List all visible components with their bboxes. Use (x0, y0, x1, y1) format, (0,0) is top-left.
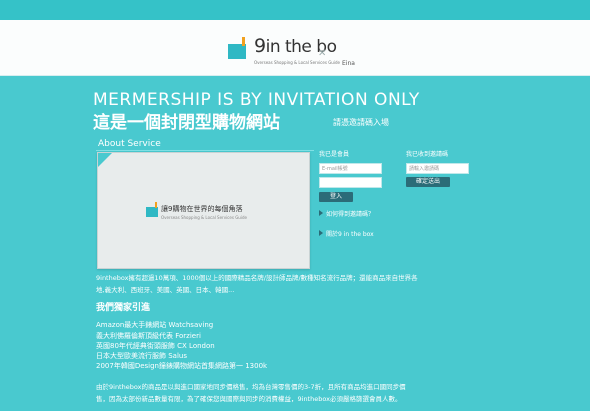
site-header: 9in the bo Overseas Shopping & Local Ser… (0, 20, 590, 76)
intro-line-1: 9inthebox擁有超過10萬項、1000個以上的國際精品名牌/設計師品牌/數… (96, 274, 418, 282)
how-to-get-invite-link[interactable]: 如何得到邀請碼？ (319, 209, 374, 218)
site-logo[interactable]: 9in the bo Overseas Shopping & Local Ser… (228, 35, 378, 71)
footer-line-2: 售，因為太部份新品數量有限，為了確保您與國際與同步的消費權益，9inthebox… (96, 395, 402, 403)
headline-chinese: 這是一個封閉型購物網站 (93, 113, 280, 133)
footer-line-1: 由於9inthebox的商品是以與進口國家地同步價格售，均為台灣零售價的3-7折… (96, 383, 406, 391)
list-item: 義大利佛羅倫斯頂級代表 Forzieri (96, 332, 201, 340)
arrow-icon (319, 230, 323, 236)
divider (96, 150, 314, 151)
about-site-text: 關於9 in the box (326, 231, 374, 238)
list-item: 英國80年代經典街頭服飾 CX London (96, 342, 215, 350)
video-subtitle: Overseas Shopping & Local Services Guide (161, 215, 247, 220)
video-logo-box-icon (146, 207, 158, 217)
submit-invite-button[interactable]: 確定送出 (406, 177, 450, 187)
invite-code-label: 我已收到邀請碼 (406, 151, 449, 158)
intro-line-2: 地,義大利、西班牙、美國、英國、日本、韓國... (96, 286, 235, 294)
promo-video[interactable]: 讓9購物在世界的每個角落 Overseas Shopping & Local S… (97, 152, 310, 269)
video-logo-exclamation-icon (155, 202, 157, 208)
headline-english: MERMERSHIP IS BY INVITATION ONLY (93, 90, 420, 110)
password-input[interactable] (319, 177, 382, 188)
email-input[interactable]: E-mail帳號 (319, 163, 382, 174)
language-link[interactable]: Eina (342, 60, 355, 67)
video-title: 讓9購物在世界的每個角落 (161, 205, 243, 213)
how-to-get-invite-text: 如何得到邀請碼？ (326, 211, 375, 218)
member-login-label: 我已是會員 (319, 151, 350, 158)
about-service-title: About Service (98, 139, 161, 149)
submit-invite-label: 確定送出 (415, 178, 440, 185)
invite-code-link[interactable]: 請憑邀請碼入場 (333, 117, 389, 128)
list-item: 2007年韓國Design鐘錶購物網站首集網路第一 1300k (96, 362, 268, 370)
logo-box-icon (228, 44, 246, 59)
logo-nine: 9 (254, 35, 266, 57)
logo-tagline: Overseas Shopping & Local Services Guide (254, 60, 340, 65)
close-icon[interactable]: ✕ (318, 48, 326, 59)
list-item: Amazon最大手錶網站 Watchsaving (96, 321, 214, 329)
exclusive-title: 我們獨家引進 (96, 303, 151, 313)
arrow-icon (319, 210, 323, 216)
invite-code-input[interactable]: 請輸入邀請碼 (406, 163, 469, 174)
about-site-link[interactable]: 關於9 in the box (319, 229, 374, 238)
logo-exclamation-icon (242, 37, 245, 46)
list-item: 日本大型歐美流行服飾 Salus (96, 352, 187, 360)
video-logo: 讓9購物在世界的每個角落 Overseas Shopping & Local S… (142, 201, 272, 227)
login-button-label: 登入 (329, 193, 342, 200)
page-curl-decoration (98, 153, 112, 167)
login-button[interactable]: 登入 (319, 192, 353, 202)
top-band (0, 0, 590, 20)
